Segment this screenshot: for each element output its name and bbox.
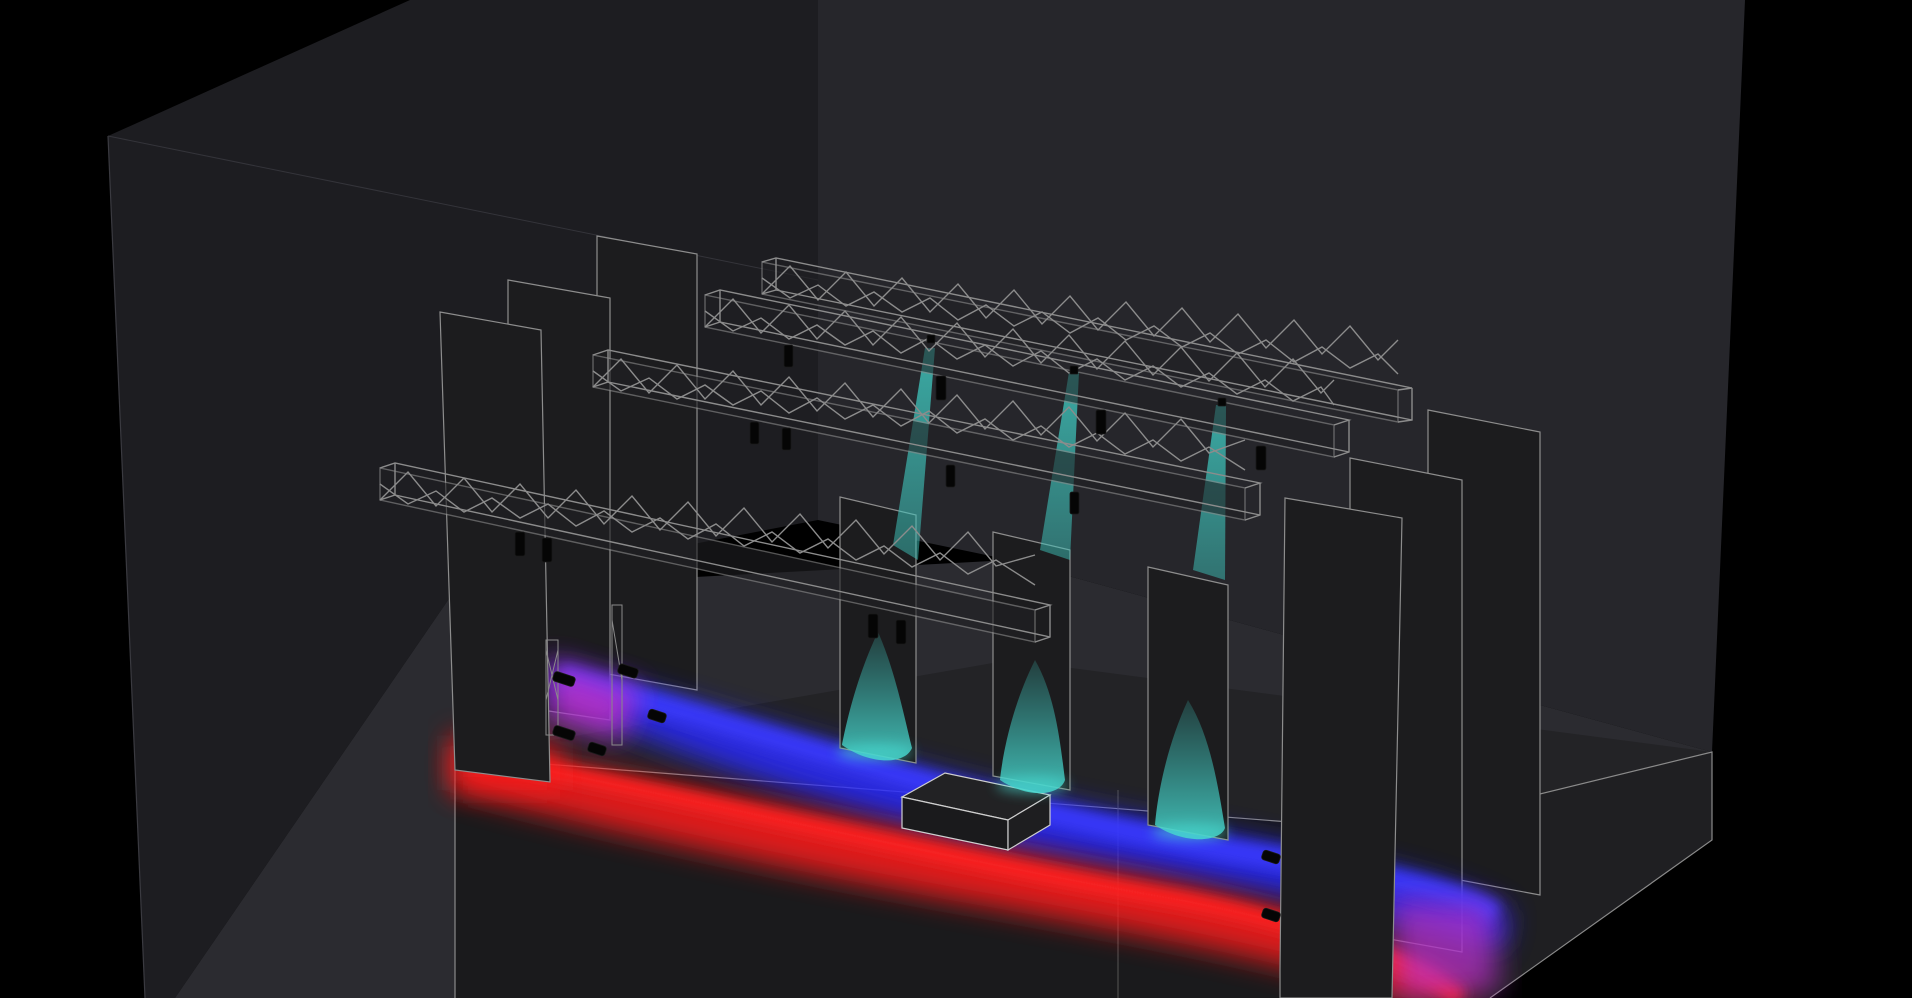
fixture[interactable] <box>867 613 879 639</box>
fixture[interactable] <box>783 344 794 368</box>
magenta-wash-right <box>1390 900 1500 998</box>
fixture[interactable] <box>1069 365 1079 375</box>
fixture[interactable] <box>945 464 956 488</box>
fixture[interactable] <box>781 427 792 451</box>
fixture[interactable] <box>895 619 907 645</box>
fixture[interactable] <box>926 334 936 344</box>
fixture[interactable] <box>514 531 526 557</box>
3d-viewport[interactable] <box>0 0 1912 998</box>
fixture[interactable] <box>1095 409 1107 435</box>
fixture[interactable] <box>935 375 947 401</box>
fixture[interactable] <box>749 421 760 445</box>
fixture[interactable] <box>541 537 553 563</box>
fixture[interactable] <box>1069 491 1080 515</box>
fixture[interactable] <box>1255 445 1267 471</box>
fixture[interactable] <box>1217 397 1227 407</box>
stage-render <box>0 0 1912 998</box>
